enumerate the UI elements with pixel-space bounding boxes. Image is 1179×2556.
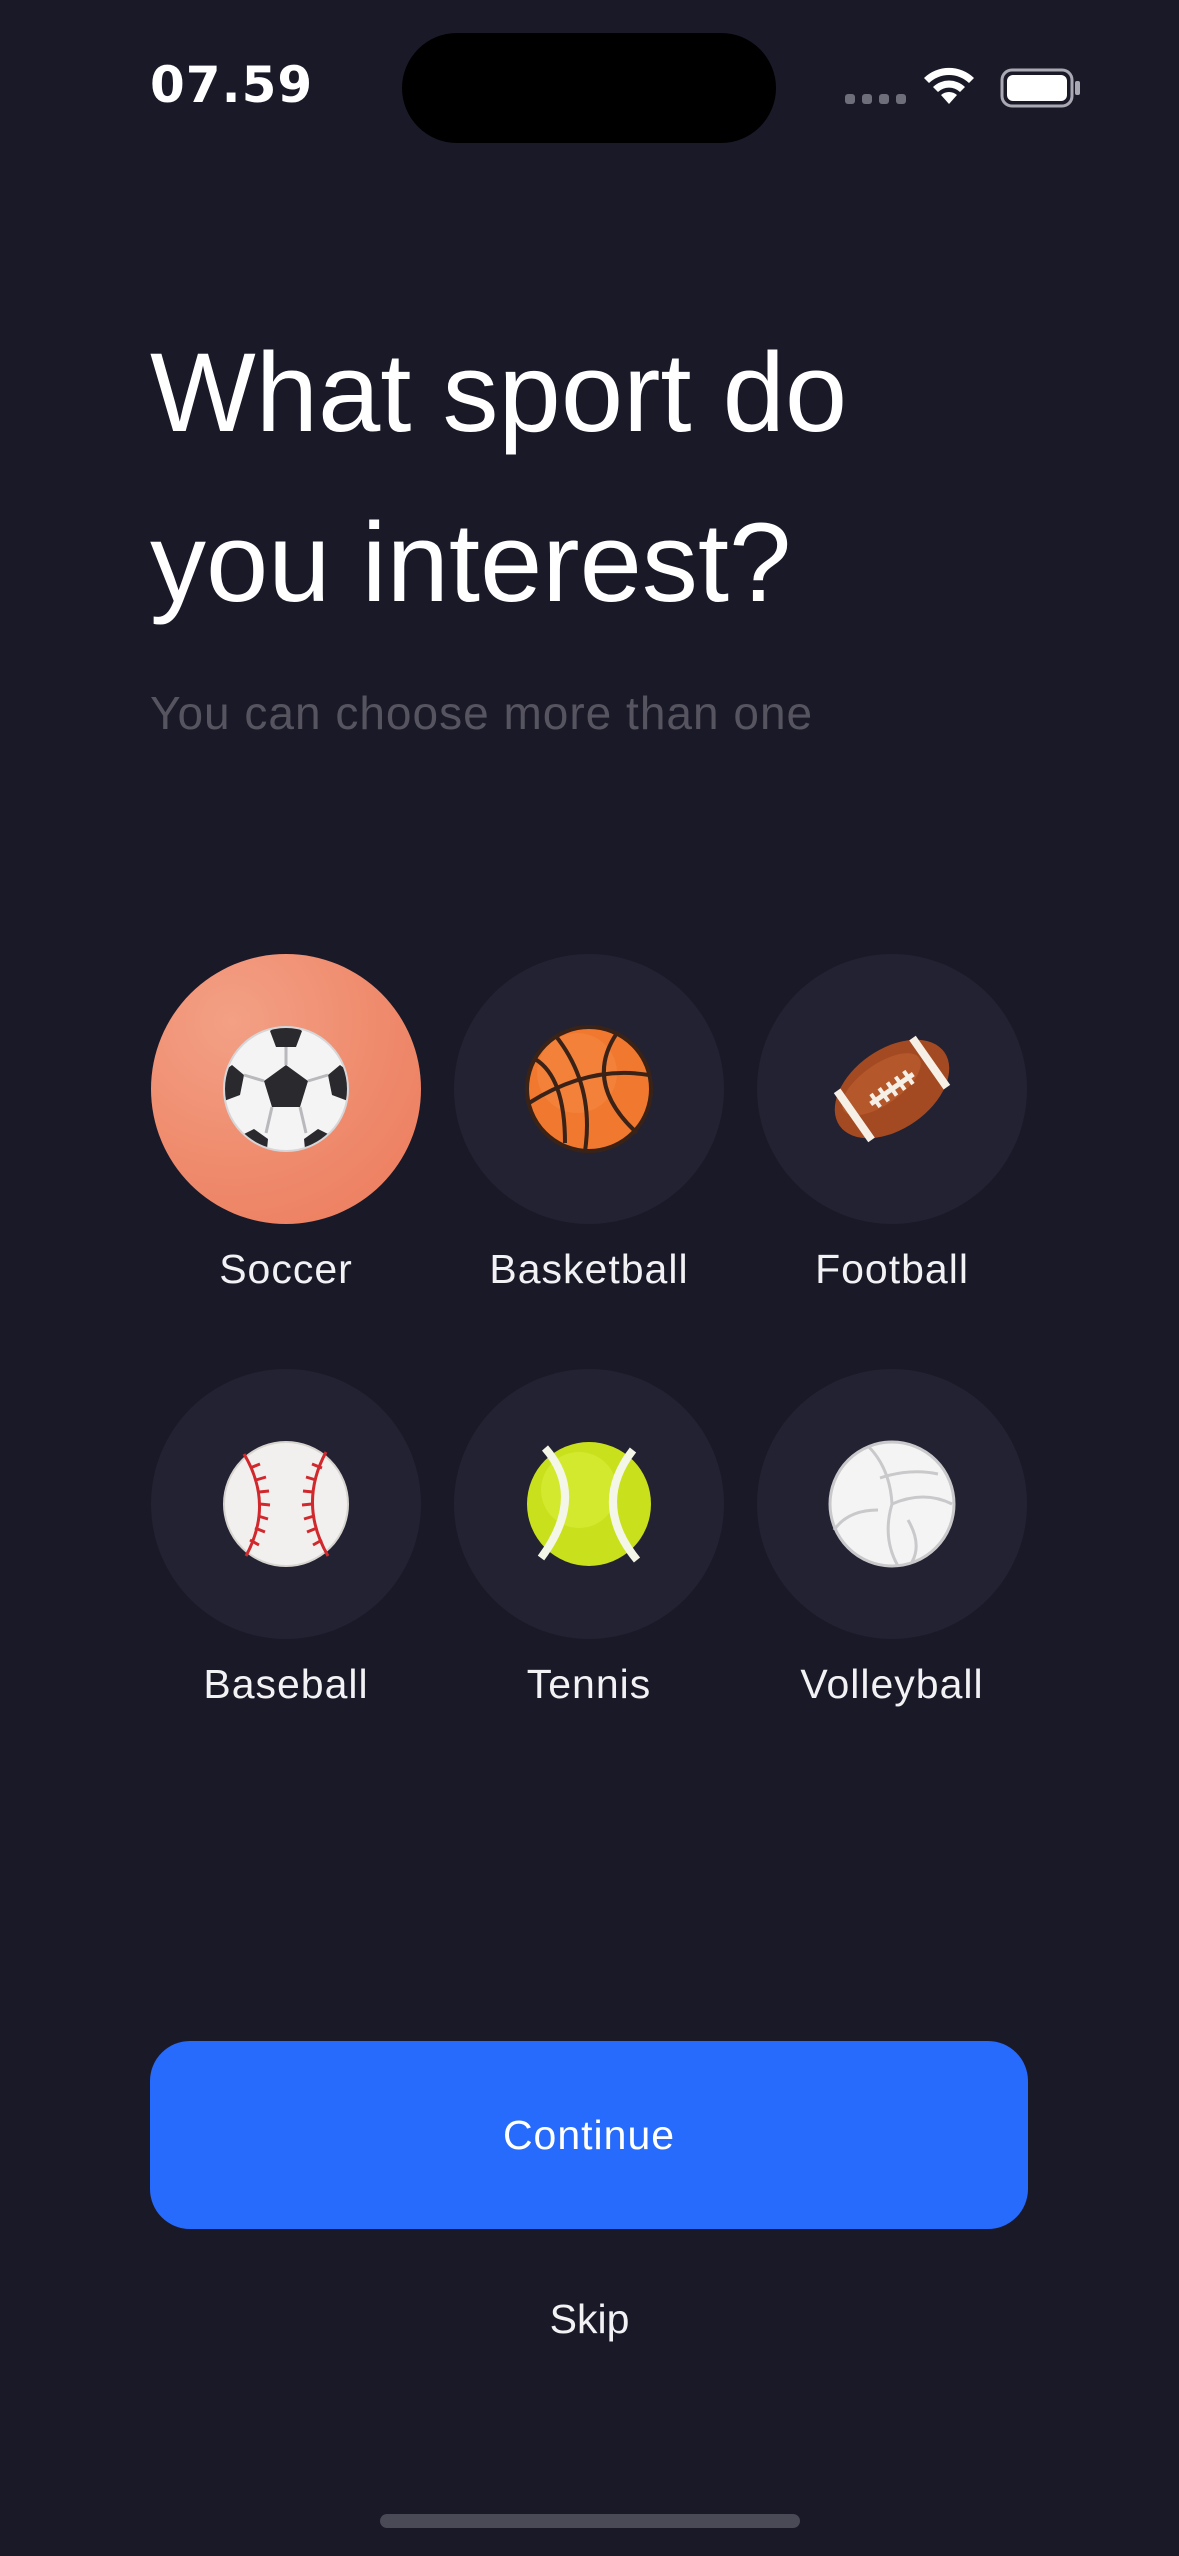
soccer-ball-icon bbox=[223, 1026, 349, 1152]
american-football-icon bbox=[833, 1035, 951, 1143]
title-line-1: What sport do bbox=[150, 330, 848, 455]
dynamic-island bbox=[402, 33, 776, 143]
sport-label: Volleyball bbox=[800, 1661, 984, 1707]
home-indicator bbox=[380, 2514, 800, 2528]
basketball-icon bbox=[525, 1025, 653, 1153]
sport-circle bbox=[151, 954, 421, 1224]
sport-label: Basketball bbox=[489, 1246, 689, 1292]
sport-circle bbox=[454, 954, 724, 1224]
volleyball-icon bbox=[828, 1440, 956, 1568]
skip-link[interactable]: Skip bbox=[0, 2296, 1179, 2343]
sport-circle bbox=[151, 1369, 421, 1639]
baseball-icon bbox=[223, 1441, 349, 1567]
wifi-icon bbox=[924, 67, 974, 104]
sport-option-volleyball[interactable]: Volleyball bbox=[757, 1369, 1027, 1708]
sport-label: Soccer bbox=[219, 1246, 353, 1292]
battery-icon bbox=[1000, 68, 1080, 108]
cellular-signal-icon bbox=[845, 94, 906, 104]
sport-circle bbox=[454, 1369, 724, 1639]
title-line-2: you interest? bbox=[150, 500, 792, 625]
tennis-ball-icon bbox=[527, 1442, 651, 1566]
sport-option-basketball[interactable]: Basketball bbox=[454, 954, 724, 1293]
continue-button[interactable]: Continue bbox=[150, 2041, 1028, 2229]
sport-circle bbox=[757, 1369, 1027, 1639]
sport-option-tennis[interactable]: Tennis bbox=[454, 1369, 724, 1708]
page-title: What sport do you interest? bbox=[150, 308, 1050, 648]
sport-option-soccer[interactable]: Soccer bbox=[151, 954, 421, 1293]
sport-label: Tennis bbox=[526, 1661, 652, 1707]
sport-label: Baseball bbox=[203, 1661, 369, 1707]
sport-option-football[interactable]: Football bbox=[757, 954, 1027, 1293]
sport-label: Football bbox=[815, 1246, 969, 1292]
sport-circle bbox=[757, 954, 1027, 1224]
status-time: 07.59 bbox=[150, 56, 314, 114]
page-subtitle: You can choose more than one bbox=[150, 687, 814, 739]
sport-option-baseball[interactable]: Baseball bbox=[151, 1369, 421, 1708]
